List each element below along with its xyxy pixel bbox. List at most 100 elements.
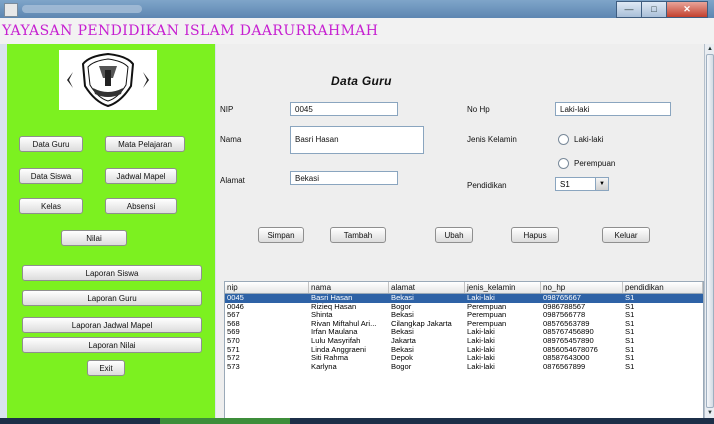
table-cell: 569 (227, 328, 240, 337)
radio-laki-laki[interactable]: Laki-laki (558, 134, 603, 145)
table-cell: Shinta (311, 311, 333, 320)
radio-perempuan[interactable]: Perempuan (558, 158, 615, 169)
vertical-scrollbar[interactable]: ▲ ▼ (704, 44, 714, 418)
table-cell: Bekasi (391, 345, 414, 354)
table-cell: S1 (625, 362, 635, 371)
svg-text:~: ~ (106, 89, 110, 95)
table-row[interactable]: 0046 Rizieq Hasan Bogor Perempuan 0986788567… (225, 303, 703, 312)
table-cell: Perempuan (467, 311, 507, 320)
no-hp-field[interactable]: Laki-laki (555, 102, 671, 116)
table-cell: 0876567899 (543, 362, 586, 371)
shield-logo-icon: ~ (67, 52, 149, 108)
table-cell: S1 (625, 311, 635, 320)
data-table: nip nama alamat jenis_kelamin no_hp pendidika… (224, 281, 704, 419)
column-header-0[interactable]: nip (225, 282, 309, 293)
simpan-button[interactable]: Simpan (258, 227, 304, 243)
taskbar-active-item[interactable] (160, 418, 290, 424)
hapus-button[interactable]: Hapus (511, 227, 559, 243)
table-row[interactable]: 568 Rivan Miftahul Ari... Cilangkap Jakart… (225, 320, 703, 329)
pendidikan-label: Pendidikan (467, 181, 507, 190)
column-header-2[interactable]: alamat (389, 282, 465, 293)
table-cell: Cilangkap Jakarta (391, 319, 452, 328)
exit-button[interactable]: Exit (87, 360, 125, 376)
nip-field[interactable]: 0045 (290, 102, 398, 116)
laporan-jadwal-mapel-button[interactable]: Laporan Jadwal Mapel (22, 317, 202, 333)
column-header-4[interactable]: no_hp (541, 282, 623, 293)
dropdown-arrow-icon[interactable]: ▼ (595, 178, 608, 190)
data-siswa-button[interactable]: Data Siswa (19, 168, 83, 184)
table-row[interactable]: 570 Lulu Masyrifah Jakarta Laki-laki 0897654… (225, 337, 703, 346)
table-cell: 0046 (227, 302, 244, 311)
table-cell: 0986788567 (543, 302, 586, 311)
close-button[interactable]: ✕ (666, 1, 708, 18)
table-row[interactable]: 567 Shinta Bekasi Perempuan 0987566778 S1 (225, 311, 703, 320)
window-controls: — □ ✕ (616, 1, 708, 18)
table-row[interactable]: 569 Irfan Maulana Bekasi Laki-laki 085767456… (225, 328, 703, 337)
kelas-button[interactable]: Kelas (19, 198, 83, 214)
table-row[interactable]: 0045 Basri Hasan Bekasi Laki-laki 098765667 S… (225, 294, 703, 303)
keluar-button[interactable]: Keluar (602, 227, 650, 243)
nama-field[interactable]: Basri Hasan (290, 126, 424, 154)
table-cell: S1 (625, 302, 635, 311)
logo: ~ (59, 50, 157, 110)
nilai-button[interactable]: Nilai (61, 230, 127, 246)
radio-perempuan-label: Perempuan (574, 159, 616, 168)
scrollbar-thumb[interactable] (706, 54, 714, 408)
table-cell: 567 (227, 311, 240, 320)
no-hp-label: No Hp (467, 105, 490, 114)
laporan-guru-button[interactable]: Laporan Guru (22, 290, 202, 306)
absensi-button[interactable]: Absensi (105, 198, 177, 214)
table-cell: 568 (227, 319, 240, 328)
table-cell: Linda Anggraeni (311, 345, 366, 354)
minimize-button[interactable]: — (616, 1, 642, 18)
table-cell: 572 (227, 354, 240, 363)
laporan-siswa-button[interactable]: Laporan Siswa (22, 265, 202, 281)
table-cell: 0045 (227, 294, 244, 302)
table-row[interactable]: 571 Linda Anggraeni Bekasi Laki-laki 0856054… (225, 346, 703, 355)
table-cell: S1 (625, 328, 635, 337)
table-row[interactable]: 573 Karlyna Bogor Laki-laki 0876567899 S1 (225, 363, 703, 372)
table-cell: 0856054678076 (543, 345, 598, 354)
table-cell: Depok (391, 354, 413, 363)
mata-pelajaran-button[interactable]: Mata Pelajaran (105, 136, 185, 152)
window-title-blurred (22, 5, 142, 13)
pendidikan-select[interactable]: S1 ▼ (555, 177, 609, 191)
tambah-button[interactable]: Tambah (330, 227, 386, 243)
ubah-button[interactable]: Ubah (435, 227, 473, 243)
radio-circle-icon (558, 158, 569, 169)
table-cell: Laki-laki (467, 345, 495, 354)
radio-laki-laki-label: Laki-laki (574, 135, 604, 144)
data-guru-button[interactable]: Data Guru (19, 136, 83, 152)
table-cell: 098765667 (543, 294, 582, 302)
main-panel: Data Guru NIP 0045 Nama Basri Hasan Alam… (216, 44, 704, 419)
table-cell: S1 (625, 319, 635, 328)
column-header-3[interactable]: jenis_kelamin (465, 282, 541, 293)
table-cell: Bogor (391, 302, 412, 311)
alamat-field[interactable]: Bekasi (290, 171, 398, 185)
pendidikan-selected: S1 (560, 180, 570, 189)
table-cell: S1 (625, 294, 635, 302)
scroll-down-icon[interactable]: ▼ (705, 408, 714, 418)
table-cell: Bekasi (391, 328, 414, 337)
table-cell: 085767456890 (543, 328, 594, 337)
table-cell: Karlyna (311, 362, 337, 371)
table-cell: S1 (625, 354, 635, 363)
table-cell: Irfan Maulana (311, 328, 358, 337)
table-cell: Basri Hasan (311, 294, 353, 302)
column-header-1[interactable]: nama (309, 282, 389, 293)
table-cell: Bekasi (391, 294, 414, 302)
table-row[interactable]: 572 Siti Rahma Depok Laki-laki 08587643000 S1 (225, 354, 703, 363)
radio-circle-icon (558, 134, 569, 145)
table-cell: 570 (227, 336, 240, 345)
jadwal-mapel-button[interactable]: Jadwal Mapel (105, 168, 177, 184)
table-cell: Laki-laki (467, 362, 495, 371)
table-cell: Bogor (391, 362, 412, 371)
column-header-5[interactable]: pendidikan (623, 282, 703, 293)
maximize-button[interactable]: □ (641, 1, 667, 18)
app-header: YAYASAN PENDIDIKAN ISLAM DAARURRAHMAH (0, 18, 714, 44)
table-cell: Siti Rahma (311, 354, 349, 363)
scroll-up-icon[interactable]: ▲ (705, 44, 714, 54)
laporan-nilai-button[interactable]: Laporan Nilai (22, 337, 202, 353)
nama-label: Nama (220, 135, 242, 144)
table-cell: 08576563789 (543, 319, 590, 328)
